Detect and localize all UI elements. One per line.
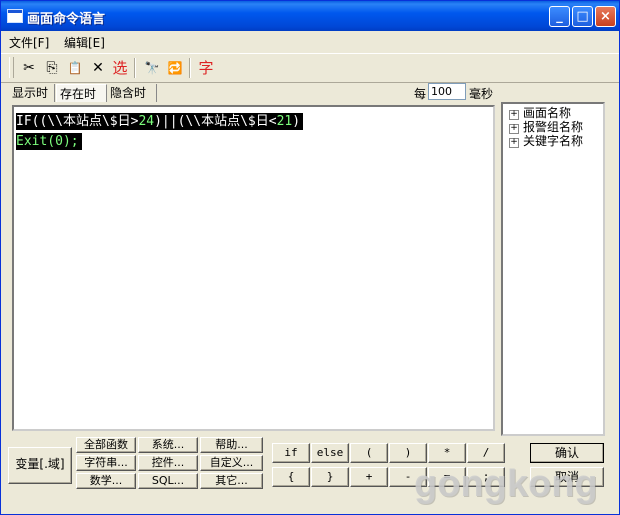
reference-tree: + 画面名称 + 报警组名称 + 关键字名称 <box>501 102 605 436</box>
other-functions-button[interactable]: 其它... <box>200 473 263 489</box>
close-button[interactable]: × <box>595 6 616 27</box>
op-lparen-button[interactable]: ( <box>350 443 388 463</box>
op-rbrace-button[interactable]: } <box>311 467 349 487</box>
tab-while-exist[interactable]: 存在时 <box>56 84 107 102</box>
op-rparen-button[interactable]: ) <box>389 443 427 463</box>
code-token: ) <box>292 114 301 129</box>
tree-item-alarm-groups[interactable]: + 报警组名称 <box>509 120 583 134</box>
system-functions-button[interactable]: 系统... <box>138 437 198 453</box>
expand-icon[interactable]: + <box>509 124 519 134</box>
code-number: 24 <box>138 114 155 129</box>
cut-icon[interactable]: ✂ <box>19 58 39 78</box>
find-icon[interactable]: 🔭 <box>142 58 162 78</box>
code-token: IF((\\本站点\$日> <box>16 114 139 129</box>
ok-button[interactable]: 确认 <box>529 442 605 464</box>
script-editor[interactable]: IF((\\本站点\$日>24)||(\\本站点\$日<21) Exit(0); <box>12 105 495 431</box>
menu-edit[interactable]: 编辑[E] <box>64 34 105 51</box>
sql-functions-button[interactable]: SQL... <box>138 473 198 489</box>
font-icon[interactable]: 字 <box>196 58 216 78</box>
menu-file[interactable]: 文件[F] <box>9 34 49 51</box>
all-functions-button[interactable]: 全部函数 <box>76 437 136 453</box>
menu-bar: 文件[F] 编辑[E] <box>1 31 619 51</box>
minimize-button[interactable]: _ <box>549 6 570 27</box>
maximize-button[interactable]: □ <box>572 6 593 27</box>
toolbar: ✂ ⎘ 📋 ✕ 选 🔭 🔁 字 <box>1 53 619 83</box>
control-functions-button[interactable]: 控件... <box>138 455 198 471</box>
main-window: 画面命令语言 _ □ × 文件[F] 编辑[E] ✂ ⎘ 📋 ✕ 选 🔭 🔁 字… <box>0 0 620 515</box>
delete-icon[interactable]: ✕ <box>88 58 108 78</box>
replace-icon[interactable]: 🔁 <box>165 58 185 78</box>
interval-label: 每 <box>414 87 427 101</box>
toolbar-separator <box>189 58 191 78</box>
copy-icon[interactable]: ⎘ <box>42 58 62 78</box>
code-function: Exit( <box>16 134 56 149</box>
title-bar[interactable]: 画面命令语言 _ □ × <box>1 1 619 31</box>
tab-on-show[interactable]: 显示时 <box>9 84 55 102</box>
custom-functions-button[interactable]: 自定义... <box>200 455 263 471</box>
op-multiply-button[interactable]: * <box>428 443 466 463</box>
toolbar-grip[interactable] <box>9 57 14 78</box>
window-title: 画面命令语言 <box>27 12 106 27</box>
tree-item-screen-names[interactable]: + 画面名称 <box>509 106 571 120</box>
select-icon[interactable]: 选 <box>110 58 130 78</box>
op-lbrace-button[interactable]: { <box>272 467 310 487</box>
op-divide-button[interactable]: / <box>467 443 505 463</box>
op-plus-button[interactable]: + <box>350 467 388 487</box>
math-functions-button[interactable]: 数学... <box>76 473 136 489</box>
app-icon <box>7 9 23 23</box>
interval-unit: 毫秒 <box>469 87 494 101</box>
expand-icon[interactable]: + <box>509 138 519 148</box>
code-number: 0 <box>55 134 63 149</box>
string-functions-button[interactable]: 字符串... <box>76 455 136 471</box>
tree-item-keywords[interactable]: + 关键字名称 <box>509 134 583 148</box>
variable-button[interactable]: 变量[.域] <box>8 447 72 484</box>
toolbar-separator <box>134 58 136 78</box>
code-token: )||(\\本站点\$日< <box>154 114 277 129</box>
code-line: Exit(0); <box>16 133 82 150</box>
help-button[interactable]: 帮助... <box>200 437 263 453</box>
code-function: ); <box>62 134 79 149</box>
tab-on-hide[interactable]: 隐含时 <box>107 84 157 102</box>
paste-icon[interactable]: 📋 <box>65 58 85 78</box>
code-number: 21 <box>276 114 293 129</box>
op-if-button[interactable]: if <box>272 443 310 463</box>
watermark: gongkong <box>414 463 598 505</box>
expand-icon[interactable]: + <box>509 110 519 120</box>
code-line: IF((\\本站点\$日>24)||(\\本站点\$日<21) <box>16 113 304 130</box>
interval-input[interactable] <box>428 83 466 100</box>
op-else-button[interactable]: else <box>311 443 349 463</box>
